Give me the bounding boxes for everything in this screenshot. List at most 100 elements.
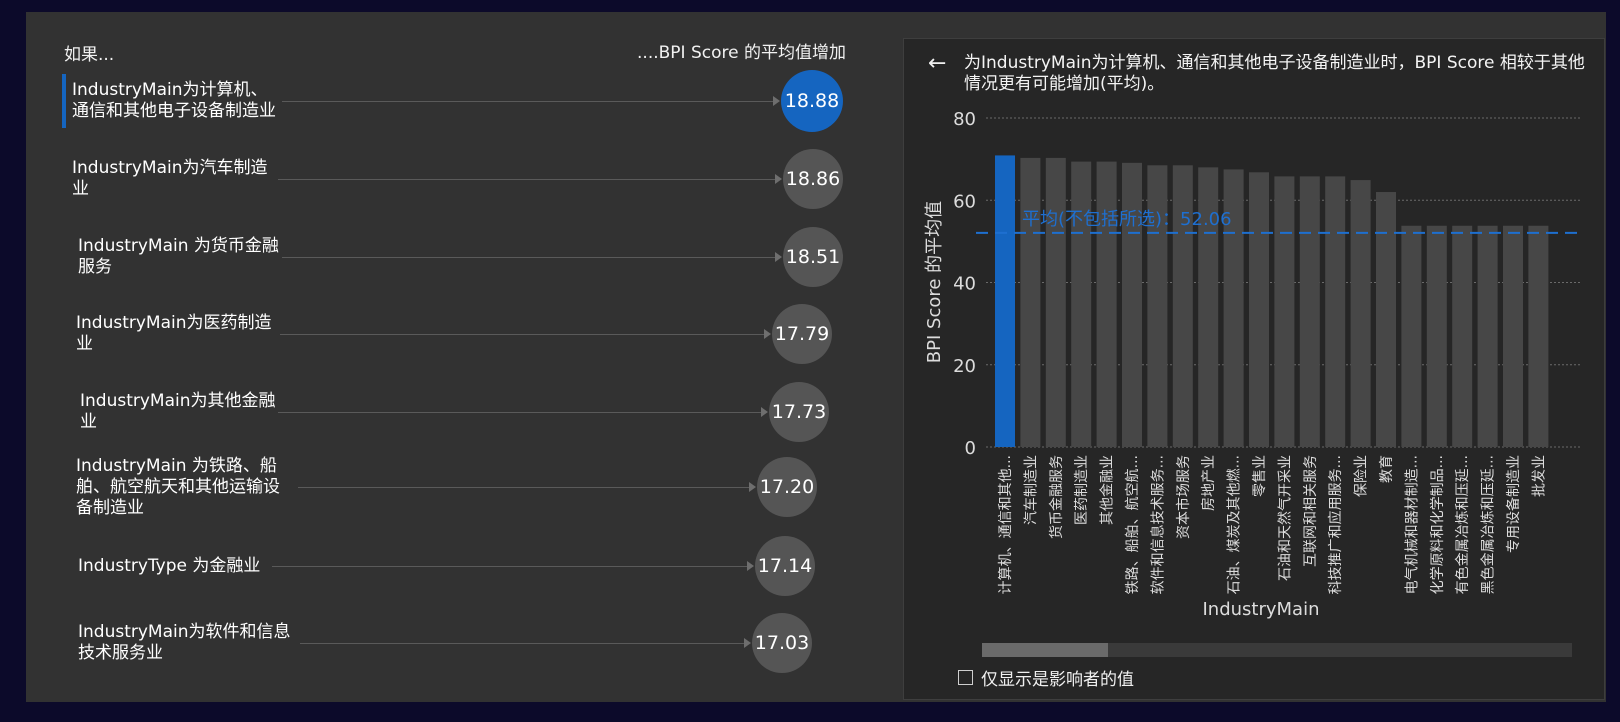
y-tick-label: 40	[953, 274, 976, 295]
connector-arrow-icon	[773, 96, 780, 106]
connector-line	[272, 566, 747, 567]
x-tick-label: 货币金融服务	[1048, 455, 1065, 539]
right-column-header: ....BPI Score 的平均值增加	[637, 43, 846, 63]
bar	[1249, 172, 1269, 447]
influencer-row[interactable]: IndustryType 为金融业 17.14	[62, 531, 872, 601]
connector-line	[282, 257, 775, 258]
connector-line	[280, 334, 764, 335]
bar	[1452, 225, 1473, 447]
bar	[1376, 192, 1396, 447]
x-tick-label: 有色金属冶炼和压延...	[1454, 455, 1471, 594]
show-influencers-only-label: 仅显示是影响者的值	[981, 670, 1134, 690]
bar	[1299, 176, 1320, 447]
x-tick-label: 电气机械和器材制造...	[1404, 455, 1420, 594]
x-tick-label: 计算机、通信和其他...	[998, 455, 1014, 594]
x-tick-label: 资本市场服务	[1175, 455, 1192, 539]
left-column-header: 如果...	[64, 45, 115, 65]
detail-panel: ← 为IndustryMain为计算机、通信和其他电子设备制造业时，BPI Sc…	[903, 38, 1605, 700]
connector-arrow-icon	[775, 174, 782, 184]
connector-arrow-icon	[764, 329, 771, 339]
chart-scrollbar[interactable]	[982, 643, 1572, 657]
influencer-value-bubble[interactable]: 18.88	[781, 70, 843, 132]
influencer-row[interactable]: IndustryMain 为货币金融 服务 18.51	[62, 222, 872, 292]
influencer-value-bubble[interactable]: 17.14	[755, 536, 815, 596]
influencer-label: IndustryMain为软件和信息 技术服务业	[78, 622, 291, 663]
influencer-label: IndustryMain为计算机、 通信和其他电子设备制造业	[72, 80, 276, 121]
x-tick-label: 零售业	[1252, 455, 1268, 497]
connector-arrow-icon	[775, 252, 782, 262]
x-tick-label: 互联网和相关服务	[1303, 455, 1319, 567]
influencer-row[interactable]: IndustryMain为软件和信息 技术服务业 17.03	[62, 608, 872, 678]
x-tick-label: 批发业	[1531, 455, 1547, 497]
influencer-value-bubble[interactable]: 17.73	[769, 382, 829, 442]
bar	[1020, 157, 1041, 448]
influencer-row[interactable]: IndustryMain为汽车制造业 18.86	[62, 144, 872, 214]
show-influencers-only-option[interactable]: 仅显示是影响者的值	[958, 665, 1134, 690]
bar	[1274, 176, 1295, 447]
x-tick-label: 教育	[1379, 455, 1395, 483]
x-tick-label: 化学原料和化学制品...	[1430, 455, 1446, 594]
influencer-row[interactable]: IndustryMain为其他金融业 17.73	[62, 377, 872, 447]
influencer-value-bubble[interactable]: 17.20	[757, 457, 817, 517]
bar	[1503, 225, 1523, 447]
x-tick-label: 软件和信息技术服务...	[1149, 455, 1166, 594]
connector-line	[278, 179, 775, 180]
influencer-value-bubble[interactable]: 18.86	[783, 149, 843, 209]
bar	[1147, 165, 1168, 447]
connector-arrow-icon	[761, 407, 768, 417]
bar	[1122, 162, 1142, 448]
connector-arrow-icon	[749, 482, 756, 492]
bar	[995, 155, 1015, 447]
bar	[1045, 157, 1066, 448]
key-influencers-visual: 如果... ....BPI Score 的平均值增加 IndustryMain为…	[26, 12, 1606, 702]
connector-arrow-icon	[747, 561, 754, 571]
connector-arrow-icon	[744, 638, 751, 648]
show-influencers-only-checkbox[interactable]	[958, 670, 973, 685]
influencer-label: IndustryMain为汽车制造业	[72, 158, 268, 199]
influencer-row[interactable]: IndustryMain为计算机、 通信和其他电子设备制造业 18.88	[62, 66, 872, 136]
chart-scrollbar-thumb[interactable]	[982, 643, 1108, 657]
bar	[1096, 161, 1117, 447]
y-tick-label: 0	[965, 438, 976, 459]
x-tick-label: 房地产业	[1201, 455, 1217, 511]
average-label: 平均(不包括所选)：52.06	[1022, 209, 1232, 230]
bar	[1426, 225, 1447, 447]
influencer-value-bubble[interactable]: 17.79	[772, 304, 832, 364]
connector-line	[300, 643, 744, 644]
x-tick-label: 石油和天然气开采业	[1276, 455, 1293, 581]
influencer-label: IndustryType 为金融业	[78, 555, 261, 576]
bar	[1325, 176, 1346, 447]
y-tick-label: 80	[953, 109, 976, 130]
influencer-row[interactable]: IndustryMain 为铁路、船 舶、航空航天和其他运输设 备制造业 17.20	[62, 452, 872, 522]
y-axis-label: BPI Score 的平均值	[924, 201, 945, 363]
bar	[1350, 180, 1371, 447]
x-tick-label: 汽车制造业	[1022, 455, 1039, 525]
selected-indicator	[62, 74, 66, 128]
bar	[1071, 161, 1092, 447]
x-axis-label: IndustryMain	[1202, 599, 1319, 620]
x-tick-label: 科技推广和应用服务...	[1327, 455, 1344, 594]
bar	[1528, 225, 1549, 447]
y-tick-label: 20	[953, 356, 976, 377]
connector-line	[282, 101, 773, 102]
x-tick-label: 石油、煤炭及其他燃...	[1226, 455, 1243, 594]
x-tick-label: 其他金融业	[1100, 455, 1116, 525]
connector-line	[298, 487, 749, 488]
x-tick-label: 专用设备制造业	[1505, 455, 1522, 553]
influencer-row[interactable]: IndustryMain为医药制造业 17.79	[62, 299, 872, 369]
x-tick-label: 黑色金属冶炼和压延...	[1480, 455, 1497, 594]
influencer-label: IndustryMain 为货币金融 服务	[78, 236, 279, 277]
influencer-value-bubble[interactable]: 18.51	[783, 227, 843, 287]
detail-bar-chart: 0 20 40 60 80 平均(不包括所选)：52.06 计算机、通信和其他... 汽车制造…	[924, 109, 1582, 620]
influencer-value-bubble[interactable]: 17.03	[752, 613, 812, 673]
influencer-label: IndustryMain为医药制造业	[76, 313, 272, 354]
x-tick-label: 医药制造业	[1074, 455, 1090, 525]
x-tick-label: 铁路、船舶、航空航...	[1125, 455, 1141, 594]
influencer-label: IndustryMain 为铁路、船 舶、航空航天和其他运输设 备制造业	[76, 455, 280, 518]
connector-line	[278, 412, 761, 413]
x-tick-label: 保险业	[1354, 455, 1370, 497]
influencer-label: IndustryMain为其他金融业	[80, 391, 276, 432]
bar	[1477, 225, 1498, 447]
bar	[1401, 225, 1422, 447]
bar	[1172, 165, 1193, 447]
